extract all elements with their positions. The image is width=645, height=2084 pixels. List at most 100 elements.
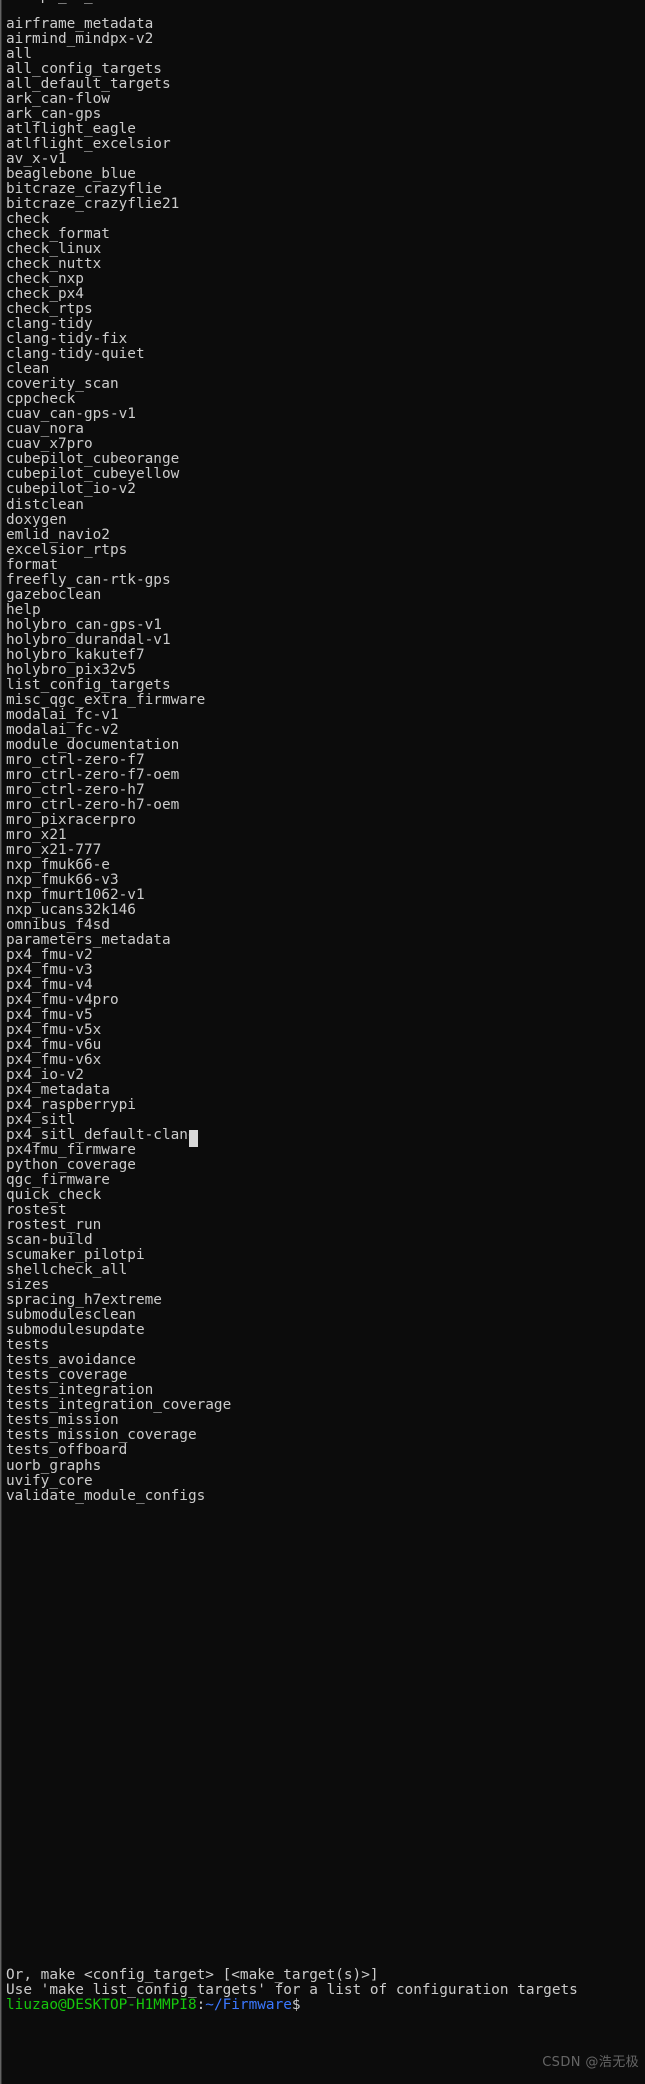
make-target-row: distclean	[6, 496, 84, 513]
window-left-edge	[0, 0, 2, 2084]
shell-prompt[interactable]: liuzao@DESKTOP-H1MMPI8:~/Firmware$	[6, 1998, 645, 2013]
make-target-row: atlflight_excelsior	[6, 136, 171, 153]
make-target-row: module_documentation	[6, 736, 180, 753]
make-target-row: px4_metadata	[6, 1082, 110, 1099]
make-target-row: gazeboclean	[6, 586, 102, 603]
terminal-screen[interactable]: mindpx_v2_default airframe_metadataairmi…	[3, 0, 645, 2084]
make-target-row: holybro_durandal-v1	[6, 631, 171, 648]
hint-line: Use 'make list_config_targets' for a lis…	[6, 1982, 578, 1999]
make-target-row: av_x-v1	[6, 151, 67, 168]
make-target-row: freefly_can-rtk-gps	[6, 571, 171, 588]
make-target-row: px4_fmu-v6x	[6, 1052, 102, 1069]
make-target-row: cppcheck	[6, 391, 76, 408]
make-target-row: tests_offboard	[6, 1442, 128, 1459]
make-target-row: nxp_fmurt1062-v1	[6, 886, 145, 903]
make-target-row: clang-tidy	[6, 316, 93, 333]
make-target-row: all_default_targets	[6, 76, 171, 93]
make-target-row: submodulesupdate	[6, 1322, 145, 1339]
prompt-separator: :	[196, 1997, 206, 2014]
make-target-row: submodulesclean	[6, 1307, 136, 1324]
make-target-row: shellcheck_all	[6, 1262, 128, 1279]
make-target-row: px4_sitl_default-clang	[6, 1127, 197, 1144]
make-target-row: ark_can-gps	[6, 106, 102, 123]
make-target-row: mro_ctrl-zero-f7-oem	[6, 766, 180, 783]
make-target-row: parameters_metadata	[6, 931, 171, 948]
make-target-row: clang-tidy-quiet	[6, 346, 145, 363]
make-target-row: check_rtps	[6, 301, 93, 318]
make-target-row: tests_integration	[6, 1382, 154, 1399]
make-target-row: python_coverage	[6, 1157, 136, 1174]
terminal-footer: Or, make <config_target> [<make_target(s…	[6, 1953, 645, 2013]
make-target-row: check_nuttx	[6, 256, 102, 273]
make-target-row: mro_x21	[6, 826, 67, 843]
make-target-row: emlid_navio2	[6, 526, 110, 543]
make-target-row: ark_can-flow	[6, 91, 110, 108]
make-target-row: check_format	[6, 226, 110, 243]
make-target-row: rostest_run	[6, 1217, 102, 1234]
make-target-row: nxp_fmuk66-e	[6, 856, 110, 873]
make-target-row: uvify_core	[6, 1472, 93, 1489]
make-target-row: cubepilot_cubeyellow	[6, 466, 180, 483]
make-target-row: airmind_mindpx-v2	[6, 31, 154, 48]
terminal-window[interactable]: mindpx_v2_default airframe_metadataairmi…	[0, 0, 645, 2084]
make-target-list: airframe_metadata airmind_mindpx-v2 all all…	[6, 16, 645, 1504]
make-target-row: check_nxp	[6, 271, 84, 288]
make-target-row: holybro_pix32v5	[6, 661, 136, 678]
make-target-row: cubepilot_io-v2	[6, 481, 136, 498]
make-target-row: omnibus_f4sd	[6, 916, 110, 933]
make-target-row: atlflight_eagle	[6, 121, 136, 138]
prompt-symbol: $	[291, 1997, 301, 2014]
make-target-row: coverity_scan	[6, 376, 119, 393]
make-target-row: clean	[6, 361, 50, 378]
make-target-row: tests_mission	[6, 1412, 119, 1429]
make-target-row: px4_sitl	[6, 1112, 76, 1129]
make-target-row: excelsior_rtps	[6, 541, 128, 558]
make-target-row: px4_fmu-v4pro	[6, 992, 119, 1009]
make-target-row: check	[6, 211, 50, 228]
make-target-row: beaglebone_blue	[6, 166, 136, 183]
make-target-row: list_config_targets	[6, 676, 171, 693]
make-target-row: tests_integration_coverage	[6, 1397, 232, 1414]
make-target-row: holybro_kakutef7	[6, 646, 145, 663]
make-target-row: tests_mission_coverage	[6, 1427, 197, 1444]
make-target-row: spracing_h7extreme	[6, 1292, 162, 1309]
make-target-row: check_linux	[6, 241, 102, 258]
make-target-row: nxp_ucans32k146	[6, 901, 136, 918]
prompt-path: ~/Firmware	[205, 1997, 292, 2014]
make-target-row: mro_ctrl-zero-f7	[6, 751, 145, 768]
make-target-row: doxygen	[6, 511, 67, 528]
make-target-row: rostest	[6, 1202, 67, 1219]
make-target-row: modalai_fc-v1	[6, 706, 119, 723]
make-target-row: px4_fmu-v5x	[6, 1022, 102, 1039]
make-target-row: mro_ctrl-zero-h7-oem	[6, 796, 180, 813]
make-target-row: px4fmu_firmware	[6, 1142, 136, 1159]
make-target-row: px4_fmu-v3	[6, 961, 93, 978]
make-target-row: nxp_fmuk66-v3	[6, 871, 119, 888]
make-target-row: cuav_nora	[6, 421, 84, 438]
make-target-row: mro_pixracerpro	[6, 811, 136, 828]
text-cursor	[189, 1130, 198, 1147]
make-target-row: px4_raspberrypi	[6, 1097, 136, 1114]
make-target-row: clang-tidy-fix	[6, 331, 128, 348]
make-target-row: uorb_graphs	[6, 1457, 102, 1474]
make-target-row: tests	[6, 1337, 50, 1354]
make-target-row: scan-build	[6, 1232, 93, 1249]
make-target-row: qgc_firmware	[6, 1172, 110, 1189]
make-target-row: tests_coverage	[6, 1367, 128, 1384]
make-target-row: px4_fmu-v5	[6, 1007, 93, 1024]
make-target-row: modalai_fc-v2	[6, 721, 119, 738]
make-target-row: cuav_can-gps-v1	[6, 406, 136, 423]
prompt-user-host: liuzao@DESKTOP-H1MMPI8	[6, 1997, 197, 2014]
make-target-row: px4_fmu-v6u	[6, 1037, 102, 1054]
make-target-row: validate_module_configs	[6, 1487, 206, 1504]
make-target-row: px4_fmu-v2	[6, 946, 93, 963]
make-target-row: bitcraze_crazyflie21	[6, 196, 180, 213]
clipped-top-line: mindpx_v2_default	[6, 0, 153, 4]
make-target-row: quick_check	[6, 1187, 102, 1204]
make-target-row: mro_x21-777	[6, 841, 102, 858]
make-target-row: px4_fmu-v4	[6, 977, 93, 993]
make-target-row: all	[6, 46, 32, 63]
make-target-row: px4_io-v2	[6, 1067, 84, 1084]
make-target-row: help	[6, 601, 41, 618]
